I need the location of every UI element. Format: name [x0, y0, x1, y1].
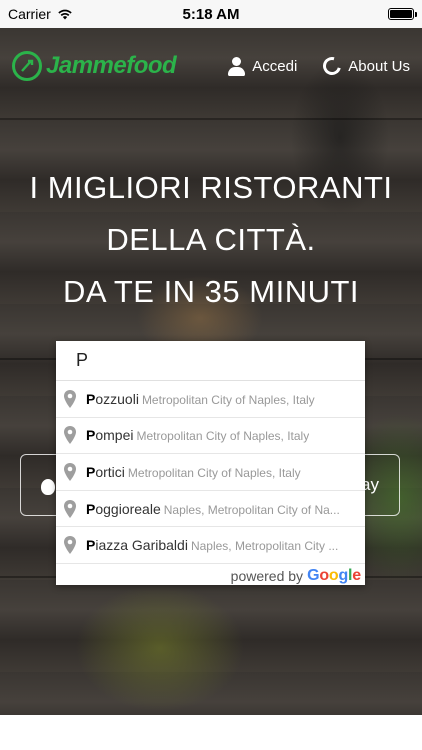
suggestion-item[interactable]: Pozzuoli Metropolitan City of Naples, Ita… — [56, 381, 365, 418]
suggestion-secondary-text: Naples, Metropolitan City of Na... — [163, 502, 340, 517]
suggestion-rest: ortici — [95, 463, 125, 480]
suggestion-list: Pozzuoli Metropolitan City of Naples, Ita… — [56, 381, 365, 564]
suggestion-main-text: Pompei — [86, 427, 133, 443]
hero-headline-line-1: I MIGLIORI RISTORANTI — [29, 170, 393, 205]
battery-fill — [390, 10, 412, 18]
suggestion-secondary-text: Metropolitan City of Naples, Italy — [141, 392, 315, 407]
map-pin-icon — [64, 462, 76, 481]
suggestion-main-text: Portici — [86, 464, 125, 480]
about-us-link[interactable]: About Us — [320, 53, 410, 79]
suggestion-match: P — [86, 537, 96, 554]
suggestion-item[interactable]: Pompei Metropolitan City of Naples, Italy — [56, 418, 365, 455]
google-letter: o — [319, 566, 329, 584]
suggestion-item[interactable]: Poggioreale Naples, Metropolitan City of … — [56, 491, 365, 528]
status-bar: Carrier 5:18 AM — [0, 0, 422, 28]
suggestion-match: P — [86, 463, 96, 480]
suggestion-text: Piazza Garibaldi Naples, Metropolitan Cit… — [86, 537, 338, 553]
hero-headline-line-3: DA TE IN 35 MINUTI — [62, 274, 360, 309]
suggestion-secondary-text: Metropolitan City of Naples, Italy — [127, 465, 301, 480]
logo-text: Jammefood — [46, 52, 177, 79]
status-left: Carrier — [8, 6, 73, 22]
powered-by-label: powered by — [230, 567, 304, 584]
map-pin-icon — [64, 499, 76, 518]
google-logo: Google — [307, 567, 361, 585]
suggestion-match: P — [86, 427, 96, 444]
logo-mark-icon — [12, 51, 42, 81]
suggestion-match: P — [86, 500, 96, 517]
nav-menu: Accedi About Us — [228, 53, 410, 79]
footer-area — [0, 715, 422, 750]
suggestion-text: Poggioreale Naples, Metropolitan City of … — [86, 501, 340, 517]
suggestion-main-text: Pozzuoli — [86, 391, 139, 407]
powered-by-google: powered by Google — [56, 564, 365, 588]
about-label: About Us — [348, 57, 410, 75]
map-pin-icon — [64, 389, 76, 408]
login-label: Accedi — [252, 57, 298, 75]
apple-icon — [41, 479, 55, 495]
suggestion-text: Portici Metropolitan City of Naples, Ital… — [86, 464, 301, 480]
suggestion-item[interactable]: Piazza Garibaldi Naples, Metropolitan Cit… — [56, 527, 365, 564]
google-letter: e — [352, 566, 361, 584]
suggestion-main-text: Poggioreale — [86, 501, 161, 517]
address-search-input[interactable] — [56, 341, 365, 381]
suggestion-rest: iazza Garibaldi — [95, 537, 188, 554]
hero-headline-line-2: DELLA CITTÀ. — [106, 222, 316, 257]
battery-icon — [388, 8, 417, 20]
suggestion-rest: ompei — [95, 427, 134, 444]
suggestion-match: P — [86, 390, 96, 407]
suggestion-text: Pozzuoli Metropolitan City of Naples, Ita… — [86, 391, 315, 407]
map-pin-icon — [64, 536, 76, 555]
carrier-label: Carrier — [8, 6, 51, 22]
suggestion-item[interactable]: Portici Metropolitan City of Naples, Ital… — [56, 454, 365, 491]
suggestion-secondary-text: Metropolitan City of Naples, Italy — [136, 429, 310, 444]
user-icon — [228, 56, 246, 76]
google-letter: G — [307, 566, 320, 584]
about-ring-icon — [320, 53, 345, 79]
plank-divider — [0, 118, 422, 120]
suggestion-text: Pompei Metropolitan City of Naples, Italy — [86, 427, 309, 443]
suggestion-secondary-text: Naples, Metropolitan City ... — [190, 539, 339, 554]
top-navbar: Jammefood Accedi About Us — [0, 28, 422, 104]
logo[interactable]: Jammefood — [12, 51, 177, 81]
suggestion-rest: oggioreale — [95, 500, 161, 517]
suggestion-main-text: Piazza Garibaldi — [86, 537, 188, 553]
google-letter: g — [338, 566, 349, 584]
location-autocomplete: PozzuoliMetropolitan City of Naples, Ita… — [56, 341, 365, 585]
suggestion-rest: ozzuoli — [95, 390, 139, 407]
login-link[interactable]: Accedi — [228, 56, 298, 76]
wifi-icon — [58, 9, 72, 20]
map-pin-icon — [64, 426, 76, 445]
